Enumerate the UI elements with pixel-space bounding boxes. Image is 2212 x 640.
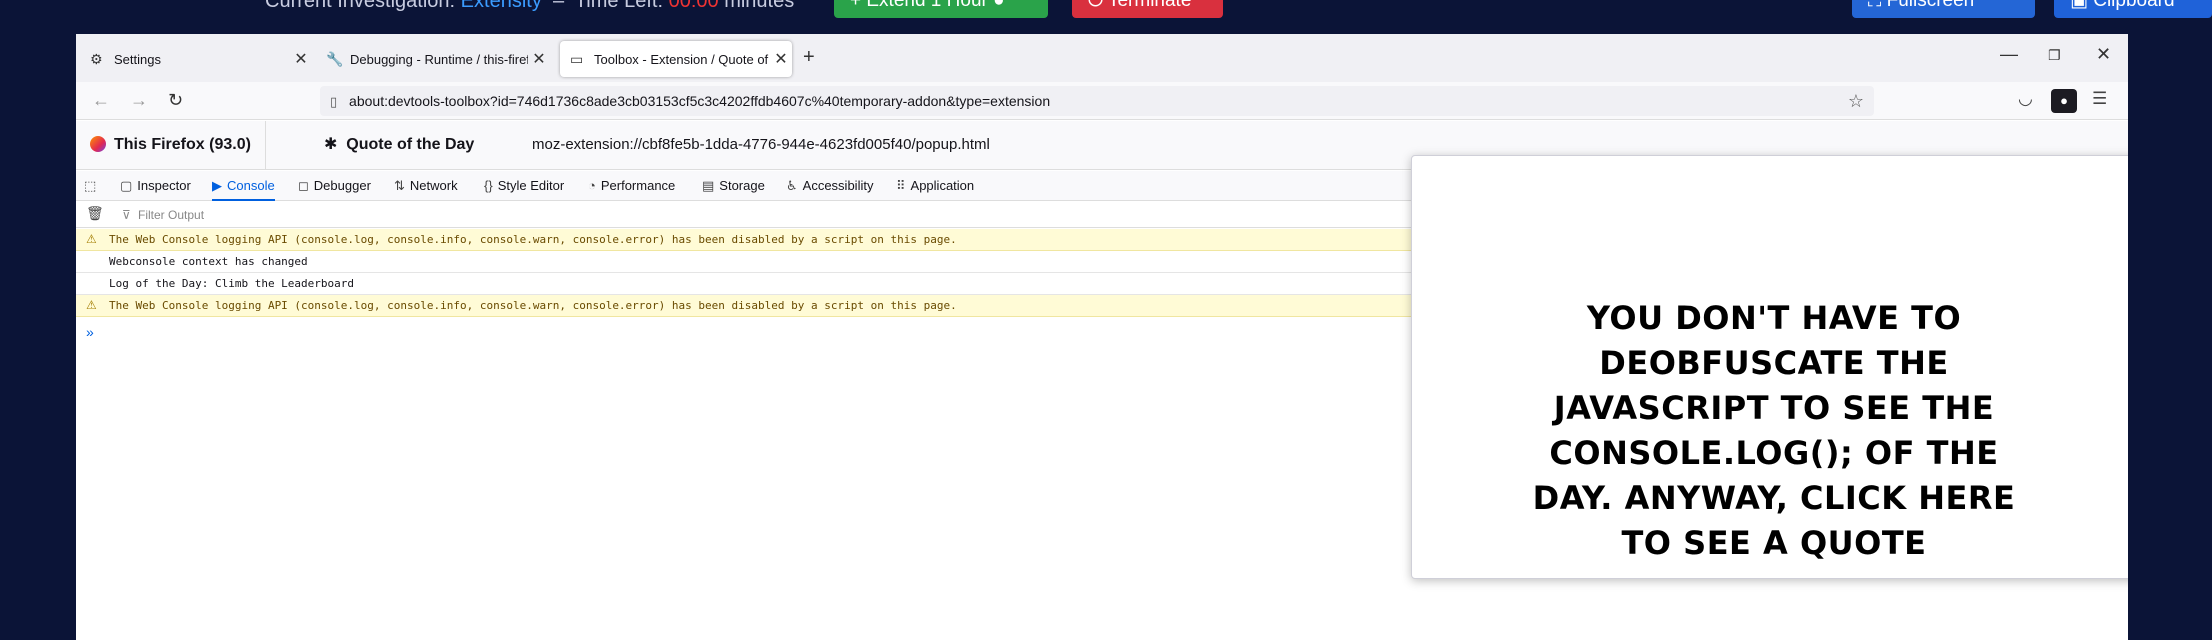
tab-toolbox[interactable]: ▭ Toolbox - Extension / Quote of the Day… xyxy=(560,41,792,77)
tab-performance[interactable]: ◔ Performance xyxy=(588,171,675,201)
page-icon: ▯ xyxy=(330,94,338,109)
investigation-name: Extensity xyxy=(460,0,542,12)
terminate-label: Terminate xyxy=(1107,0,1192,11)
tab-debugger[interactable]: ◻ Debugger xyxy=(298,171,371,201)
tab-console[interactable]: ▶ Console xyxy=(212,171,275,201)
browser-window: ⚙ Settings ✕ 🔧 Debugging - Runtime / thi… xyxy=(76,34,2128,640)
tab-label: Settings xyxy=(114,51,161,67)
tab-label: Network xyxy=(409,178,458,193)
restore-icon[interactable]: ❐ xyxy=(2048,47,2061,64)
tab-accessibility[interactable]: ♿ Accessibility xyxy=(786,171,873,201)
terminate-button[interactable]: ⏻ Terminate xyxy=(1072,0,1223,18)
puzzle-icon: ✱ xyxy=(324,136,338,153)
gear-icon: ⚙ xyxy=(90,50,103,67)
forward-icon[interactable]: → xyxy=(130,90,148,111)
tab-strip: ⚙ Settings ✕ 🔧 Debugging - Runtime / thi… xyxy=(76,34,2128,82)
extend-label: Extend 1 Hour xyxy=(866,0,988,11)
time-left-value: 00:00 xyxy=(668,0,719,12)
quote-text[interactable]: YOU DON'T HAVE TO DEOBFUSCATE THE JAVASC… xyxy=(1522,296,2026,566)
extension-name: Quote of the Day xyxy=(346,136,475,153)
extension-icon[interactable]: ● xyxy=(2051,89,2077,113)
style-editor-icon: {} xyxy=(484,178,493,193)
extension-url: moz-extension://cbf8fe5b-1dda-4776-944e-… xyxy=(532,136,990,153)
pocket-icon[interactable]: ◡ xyxy=(2018,89,2033,109)
close-icon[interactable]: ✕ xyxy=(290,49,312,69)
accessibility-icon: ♿ xyxy=(786,178,798,193)
tab-label: Console xyxy=(227,178,275,193)
application-icon: ⠿ xyxy=(896,178,906,193)
extension-popup[interactable]: YOU DON'T HAVE TO DEOBFUSCATE THE JAVASC… xyxy=(1411,155,2128,579)
hamburger-menu-icon[interactable]: ☰ xyxy=(2092,89,2107,109)
tab-label: Accessibility xyxy=(802,178,874,193)
fullscreen-label: Fullscreen xyxy=(1886,0,1975,11)
extension-info: ✱ Quote of the Day xyxy=(324,121,474,169)
storage-icon: ▤ xyxy=(702,178,715,193)
window-icon: ▭ xyxy=(570,50,584,67)
new-tab-button[interactable]: + xyxy=(803,46,815,69)
performance-icon: ◔ xyxy=(588,178,596,193)
close-icon[interactable]: ✕ xyxy=(770,49,792,69)
time-left-label: Time Left: xyxy=(574,0,664,12)
filter-icon: ⊽ xyxy=(122,208,131,222)
tab-network[interactable]: ⇅ Network xyxy=(394,171,458,201)
tab-label: Storage xyxy=(719,178,765,193)
tab-debugging[interactable]: 🔧 Debugging - Runtime / this-firefox ✕ xyxy=(316,41,550,77)
warning-icon: ⚠ xyxy=(86,232,97,246)
fullscreen-button[interactable]: ⛶ Fullscreen xyxy=(1852,0,2035,18)
tab-label: Toolbox - Extension / Quote of the Day xyxy=(594,51,770,67)
runtime-label: This Firefox (93.0) xyxy=(114,136,251,153)
nav-bar: ← → ↻ ▯ about:devtools-toolbox?id=746d17… xyxy=(76,82,2128,120)
back-icon[interactable]: ← xyxy=(92,90,110,111)
log-text: The Web Console logging API (console.log… xyxy=(109,233,957,246)
url-text: about:devtools-toolbox?id=746d1736c8ade3… xyxy=(349,93,1051,109)
close-icon[interactable]: ✕ xyxy=(528,49,550,69)
wrench-icon: 🔧 xyxy=(326,50,344,67)
log-text: The Web Console logging API (console.log… xyxy=(109,299,957,312)
tab-settings[interactable]: ⚙ Settings ✕ xyxy=(80,41,312,77)
extend-button[interactable]: + Extend 1 Hour ● xyxy=(834,0,1048,18)
tab-label: Debugging - Runtime / this-firefox xyxy=(350,51,528,67)
investigation-info: Current Investigation: Extensity – Time … xyxy=(265,0,794,13)
debugger-icon: ◻ xyxy=(298,178,309,193)
tab-storage[interactable]: ▤ Storage xyxy=(702,171,765,201)
runtime-info: This Firefox (93.0) xyxy=(90,121,266,169)
clipboard-button[interactable]: ▣ Clipboard xyxy=(2054,0,2212,18)
tab-label: Debugger xyxy=(313,178,371,193)
tab-style-editor[interactable]: {} Style Editor xyxy=(484,171,564,201)
tab-label: Style Editor xyxy=(497,178,565,193)
tab-label: Performance xyxy=(600,178,676,193)
tab-label: Application xyxy=(910,178,975,193)
log-text: Webconsole context has changed xyxy=(109,255,308,268)
minimize-icon[interactable]: — xyxy=(2000,44,2018,65)
warning-icon: ⚠ xyxy=(86,298,97,312)
tab-application[interactable]: ⠿ Application xyxy=(896,171,974,201)
tab-inspector[interactable]: ▢ Inspector xyxy=(120,171,191,201)
trash-icon[interactable]: 🗑 xyxy=(86,205,104,222)
element-picker-icon[interactable]: ⬚ xyxy=(84,171,101,201)
filter-input[interactable]: Filter Output xyxy=(138,208,204,222)
tab-label: Inspector xyxy=(137,178,191,193)
console-icon: ▶ xyxy=(212,178,222,193)
reload-icon[interactable]: ↻ xyxy=(168,90,183,111)
network-icon: ⇅ xyxy=(394,178,405,193)
inspector-icon: ▢ xyxy=(120,178,133,193)
url-bar[interactable]: ▯ about:devtools-toolbox?id=746d1736c8ad… xyxy=(320,86,1874,116)
bookmark-star-icon[interactable]: ☆ xyxy=(1848,86,1864,116)
time-left-unit: minutes xyxy=(724,0,795,12)
clipboard-label: Clipboard xyxy=(2093,0,2175,11)
firefox-icon xyxy=(90,136,106,152)
investigation-bar: Current Investigation: Extensity – Time … xyxy=(0,0,2212,34)
investigation-label: Current Investigation: xyxy=(265,0,456,12)
console-input-prompt[interactable]: » xyxy=(86,324,94,340)
window-close-icon[interactable]: ✕ xyxy=(2096,44,2111,65)
log-text: Log of the Day: Climb the Leaderboard xyxy=(109,277,355,290)
